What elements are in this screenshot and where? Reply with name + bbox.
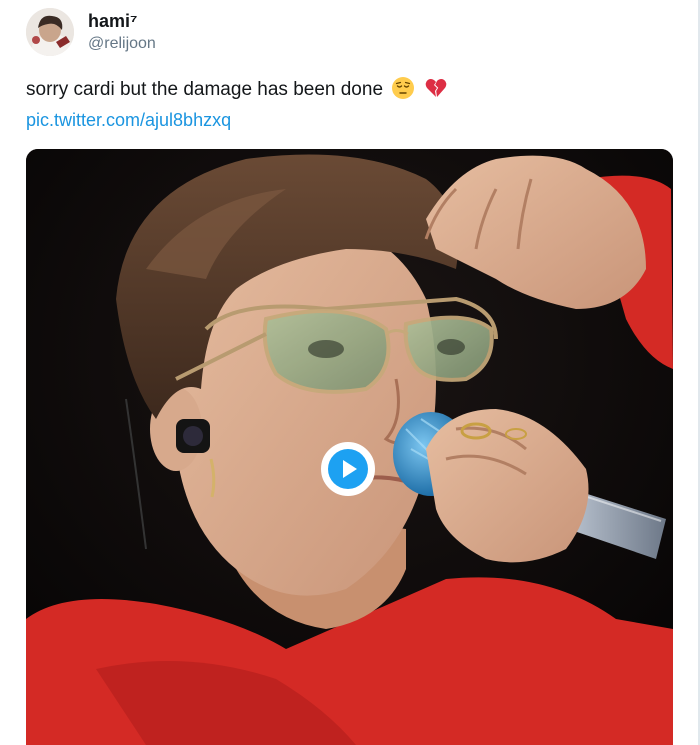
display-name[interactable]: hami⁷ [88, 10, 156, 32]
play-icon [343, 460, 357, 478]
tweet-card[interactable]: hami⁷ @relijoon sorry cardi but the dama… [0, 0, 700, 745]
broken-heart-emoji [425, 79, 446, 97]
tweet-text: sorry cardi but the damage has been done [26, 77, 448, 102]
media-link[interactable]: pic.twitter.com/ajul8bhzxq [26, 108, 231, 132]
avatar-image [26, 8, 74, 56]
tweet-media-video[interactable] [26, 149, 673, 745]
play-button[interactable] [321, 442, 375, 496]
tweet-text-content: sorry cardi but the damage has been done [26, 79, 384, 101]
avatar[interactable] [26, 8, 74, 56]
pensive-face-emoji [392, 77, 415, 99]
tweet-header: hami⁷ @relijoon [26, 8, 426, 58]
tweet-author: hami⁷ @relijoon [88, 8, 156, 54]
user-handle[interactable]: @relijoon [88, 34, 156, 54]
